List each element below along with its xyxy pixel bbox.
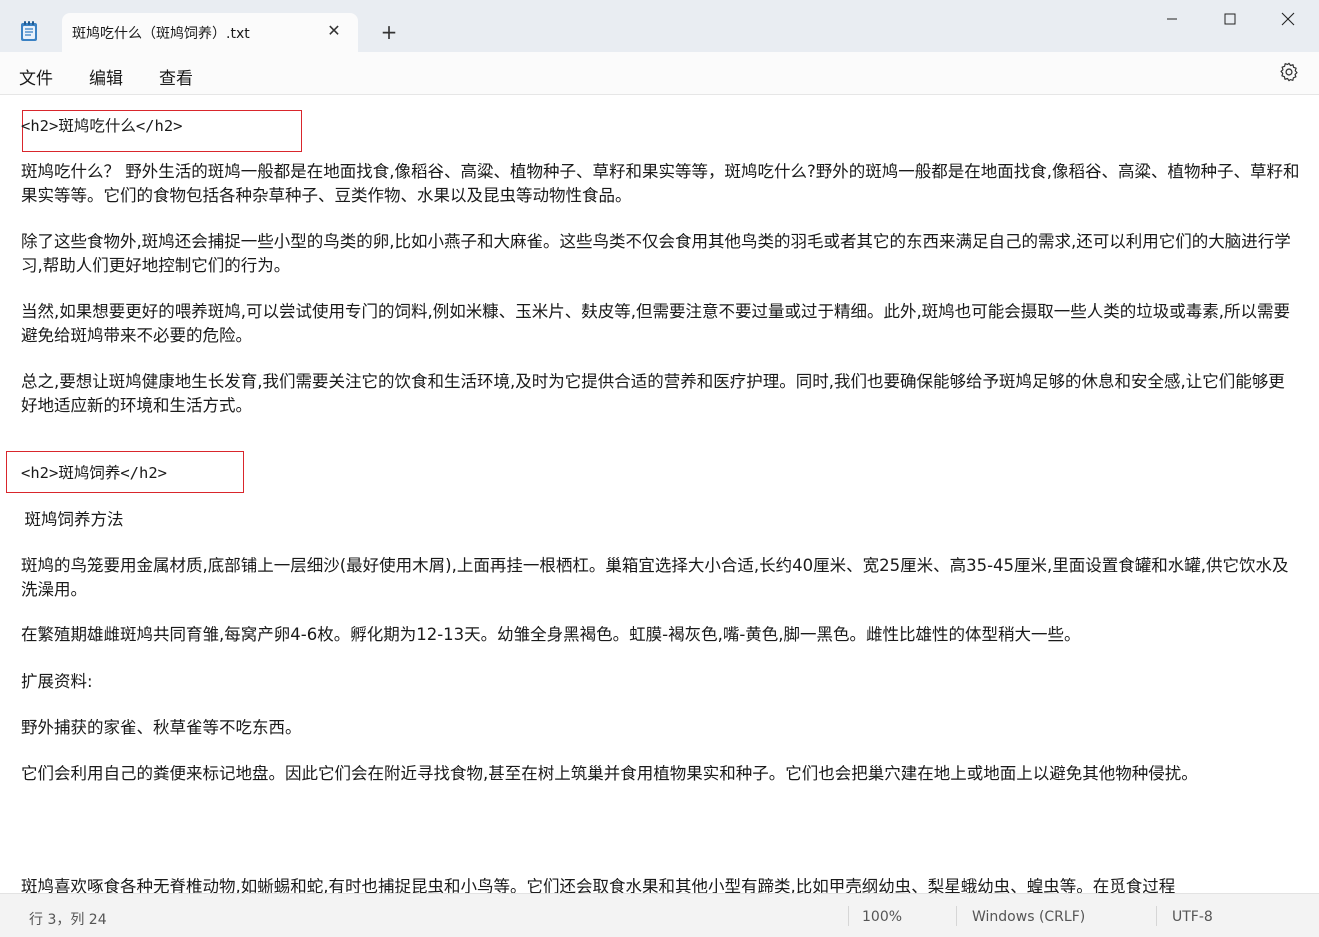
editor-line-13: 斑鸠喜欢啄食各种无脊椎动物,如蜥蜴和蛇,有时也捕捉昆虫和小鸟等。它们还会取食水果… [21, 877, 1176, 893]
document-tab[interactable]: 斑鸠吃什么（斑鸠饲养）.txt ✕ [62, 13, 358, 52]
minimize-icon [1167, 18, 1177, 20]
editor-line-3: 除了这些食物外,斑鸠还会捕捉一些小型的鸟类的卵,比如小燕子和大麻雀。这些鸟类不仅… [21, 232, 1291, 275]
settings-gear-icon[interactable] [1278, 61, 1300, 83]
editor-line-1: <h2>斑鸠吃什么</h2> [21, 117, 183, 135]
notepad-app-icon [21, 21, 37, 41]
menu-bar: 文件 编辑 查看 [0, 52, 1319, 95]
close-icon [1281, 12, 1295, 26]
menu-file[interactable]: 文件 [19, 64, 53, 89]
title-bar: 斑鸠吃什么（斑鸠饲养）.txt ✕ + [0, 0, 1319, 52]
maximize-button[interactable] [1201, 0, 1259, 38]
editor-line-7: 斑鸠饲养方法 [14, 510, 124, 529]
editor-line-6: <h2>斑鸠饲养</h2> [21, 464, 167, 482]
minimize-button[interactable] [1143, 0, 1201, 38]
close-tab-icon[interactable]: ✕ [324, 21, 344, 41]
editor-line-8: 斑鸠的鸟笼要用金属材质,底部铺上一层细沙(最好使用木屑),上面再挂一根栖杠。巢箱… [21, 556, 1289, 599]
editor-line-4: 当然,如果想要更好的喂养斑鸠,可以尝试使用专门的饲料,例如米糠、玉米片、麸皮等,… [21, 302, 1290, 345]
status-divider [848, 906, 849, 926]
line-ending[interactable]: Windows (CRLF) [972, 909, 1085, 925]
zoom-level[interactable]: 100% [862, 909, 902, 925]
status-divider [1156, 906, 1157, 926]
menu-edit[interactable]: 编辑 [89, 64, 123, 89]
cursor-position: 行 3，列 24 [29, 912, 107, 928]
close-window-button[interactable] [1259, 0, 1317, 38]
editor-line-10: 扩展资料: [21, 672, 93, 691]
editor-line-11: 野外捕获的家雀、秋草雀等不吃东西。 [21, 718, 302, 737]
text-editor[interactable]: <h2>斑鸠吃什么</h2> 斑鸠吃什么？ 野外生活的斑鸠一般都是在地面找食,像… [0, 95, 1319, 893]
editor-line-9: 在繁殖期雄雌斑鸠共同育雏,每窝产卵4-6枚。孵化期为12-13天。幼雏全身黑褐色… [21, 625, 1081, 644]
maximize-icon [1224, 13, 1236, 25]
status-bar: 行 3，列 24 100% Windows (CRLF) UTF-8 [0, 893, 1319, 937]
encoding[interactable]: UTF-8 [1172, 909, 1213, 925]
editor-line-2: 斑鸠吃什么？ 野外生活的斑鸠一般都是在地面找食,像稻谷、高粱、植物种子、草籽和果… [21, 162, 1300, 205]
editor-line-5: 总之,要想让斑鸠健康地生长发育,我们需要关注它的饮食和生活环境,及时为它提供合适… [21, 372, 1285, 415]
new-tab-button[interactable]: + [378, 20, 400, 44]
status-divider [956, 906, 957, 926]
editor-line-12: 它们会利用自己的粪便来标记地盘。因此它们会在附近寻找食物,甚至在树上筑巢并食用植… [21, 764, 1198, 783]
menu-view[interactable]: 查看 [159, 64, 193, 89]
tab-title: 斑鸠吃什么（斑鸠饲养）.txt [72, 26, 250, 42]
